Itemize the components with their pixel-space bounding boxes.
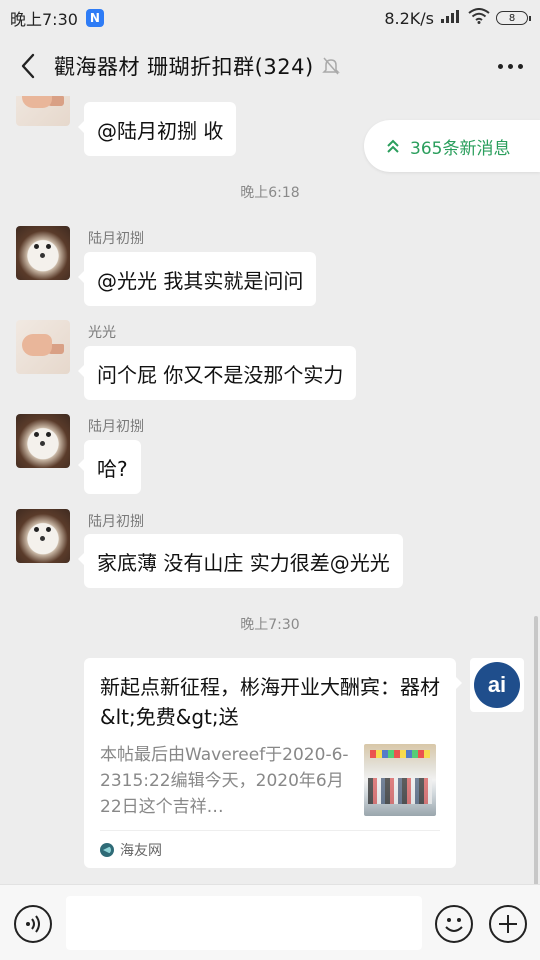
timestamp: 晚上6:18	[240, 185, 300, 201]
source-logo-icon	[100, 843, 114, 857]
sender-name: 光光	[88, 325, 116, 341]
notification-app-icon: N	[85, 9, 104, 27]
divider	[100, 830, 440, 831]
avatar[interactable]	[16, 509, 70, 563]
new-messages-label: 365条新消息	[410, 138, 511, 159]
message-bubble[interactable]: 问个屁 你又不是没那个实力	[77, 346, 357, 400]
avatar[interactable]: ai	[470, 658, 524, 712]
link-card-title: 新起点新征程，彬海开业大酬宾：器材&lt;免费&gt;送	[100, 675, 440, 729]
link-card-thumbnail	[364, 744, 436, 816]
new-messages-button[interactable]: 365条新消息	[364, 120, 540, 172]
sender-name: 陆月初捌	[88, 514, 144, 530]
chat-message-list[interactable]: @陆月初捌 收 365条新消息 晚上6:18 陆月初捌 @光光 我其实就是问问 …	[0, 96, 540, 884]
chat-header: 觀海器材 珊瑚折扣群(324)	[0, 36, 540, 96]
sender-name: 陆月初捌	[88, 231, 144, 247]
link-card-body: 本帖最后由Wavereef于2020-6-2315:22编辑今天，2020年6月…	[100, 742, 440, 820]
chat-title: 觀海器材 珊瑚折扣群(324)	[54, 55, 314, 79]
avatar[interactable]	[16, 414, 70, 468]
status-right: 8.2K/s 8	[384, 8, 531, 28]
signal-icon	[440, 8, 462, 28]
chevron-left-icon	[21, 53, 35, 79]
more-actions-button[interactable]	[489, 905, 527, 943]
status-left: 晚上7:30 N	[10, 6, 104, 30]
message-bubble[interactable]: 家底薄 没有山庄 实力很差@光光	[78, 534, 403, 588]
emoji-button[interactable]	[435, 905, 473, 943]
link-card[interactable]: 新起点新征程，彬海开业大酬宾：器材&lt;免费&gt;送 本帖最后由Wavere…	[84, 658, 462, 868]
mute-bell-icon	[321, 56, 340, 76]
timestamp: 晚上7:30	[240, 617, 300, 633]
avatar[interactable]	[16, 226, 70, 280]
source-name: 海友网	[120, 843, 162, 859]
link-card-source: 海友网	[100, 840, 162, 860]
wifi-icon	[468, 8, 490, 28]
voice-icon	[26, 915, 40, 933]
avatar[interactable]	[16, 96, 70, 126]
input-bar	[0, 884, 540, 960]
plus-icon	[499, 915, 517, 933]
status-bar: 晚上7:30 N 8.2K/s 8	[0, 0, 540, 36]
voice-input-button[interactable]	[14, 905, 52, 943]
double-chevron-up-icon	[387, 139, 399, 153]
message-bubble[interactable]: @陆月初捌 收	[77, 102, 237, 156]
sender-name: 陆月初捌	[88, 419, 144, 435]
message-input[interactable]	[66, 896, 422, 950]
status-time: 晚上7:30	[10, 10, 78, 29]
more-options-button[interactable]	[490, 46, 530, 86]
network-speed: 8.2K/s	[384, 8, 434, 28]
bot-logo-icon: ai	[474, 662, 520, 708]
avatar[interactable]	[16, 320, 70, 374]
battery-icon: 8	[496, 11, 531, 25]
message-bubble[interactable]: @光光 我其实就是问问	[77, 252, 317, 306]
scrollbar[interactable]	[534, 616, 538, 884]
message-bubble[interactable]: 哈?	[78, 440, 141, 494]
link-card-description: 本帖最后由Wavereef于2020-6-2315:22编辑今天，2020年6月…	[100, 745, 349, 817]
back-button[interactable]	[10, 46, 46, 86]
smiley-icon	[445, 918, 463, 932]
